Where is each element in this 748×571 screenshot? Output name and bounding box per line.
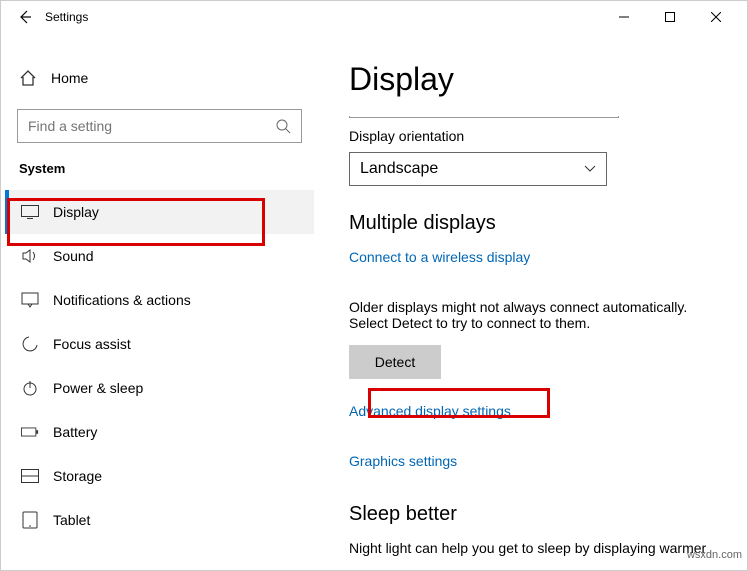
group-label: System <box>19 161 314 176</box>
field-underline <box>349 116 619 118</box>
orientation-label: Display orientation <box>349 128 729 144</box>
advanced-display-link[interactable]: Advanced display settings <box>349 403 511 419</box>
nav-sound[interactable]: Sound <box>5 234 314 278</box>
home-nav[interactable]: Home <box>5 57 314 99</box>
nav-label: Storage <box>53 468 102 484</box>
home-label: Home <box>51 70 88 86</box>
notifications-icon <box>21 291 39 309</box>
window-title: Settings <box>45 10 88 24</box>
maximize-button[interactable] <box>647 2 693 32</box>
sleep-text: Night light can help you get to sleep by… <box>349 540 709 556</box>
watermark: wsxdn.com <box>687 549 742 561</box>
back-button[interactable] <box>9 9 41 25</box>
nav-label: Sound <box>53 248 93 264</box>
detect-text: Older displays might not always connect … <box>349 299 709 331</box>
focus-assist-icon <box>21 335 39 353</box>
nav-tablet[interactable]: Tablet <box>5 498 314 542</box>
orientation-dropdown[interactable]: Landscape <box>349 152 607 186</box>
titlebar: Settings <box>1 1 747 33</box>
nav-notifications[interactable]: Notifications & actions <box>5 278 314 322</box>
nav-label: Focus assist <box>53 336 131 352</box>
multiple-displays-heading: Multiple displays <box>349 212 729 235</box>
tablet-icon <box>21 511 39 529</box>
nav-display[interactable]: Display <box>5 190 314 234</box>
sidebar: Home System Display Sound <box>1 33 319 570</box>
nav-power-sleep[interactable]: Power & sleep <box>5 366 314 410</box>
nav-label: Tablet <box>53 512 90 528</box>
sleep-better-heading: Sleep better <box>349 503 729 526</box>
minimize-button[interactable] <box>601 2 647 32</box>
power-icon <box>21 379 39 397</box>
nav-focus-assist[interactable]: Focus assist <box>5 322 314 366</box>
content-pane: Display Display orientation Landscape Mu… <box>319 33 747 570</box>
orientation-value: Landscape <box>360 160 438 178</box>
search-input[interactable] <box>17 109 302 143</box>
wireless-display-link[interactable]: Connect to a wireless display <box>349 249 530 265</box>
nav-label: Display <box>53 204 99 220</box>
search-field[interactable] <box>28 118 275 134</box>
graphics-settings-link[interactable]: Graphics settings <box>349 453 457 469</box>
battery-icon <box>21 423 39 441</box>
nav-label: Notifications & actions <box>53 292 191 308</box>
close-button[interactable] <box>693 2 739 32</box>
page-heading: Display <box>349 61 729 98</box>
detect-button[interactable]: Detect <box>349 345 441 379</box>
search-icon <box>275 118 291 134</box>
nav-label: Battery <box>53 424 97 440</box>
sound-icon <box>21 247 39 265</box>
nav-battery[interactable]: Battery <box>5 410 314 454</box>
storage-icon <box>21 467 39 485</box>
chevron-down-icon <box>584 165 596 173</box>
display-icon <box>21 203 39 221</box>
nav-label: Power & sleep <box>53 380 143 396</box>
nav-storage[interactable]: Storage <box>5 454 314 498</box>
home-icon <box>19 69 37 87</box>
